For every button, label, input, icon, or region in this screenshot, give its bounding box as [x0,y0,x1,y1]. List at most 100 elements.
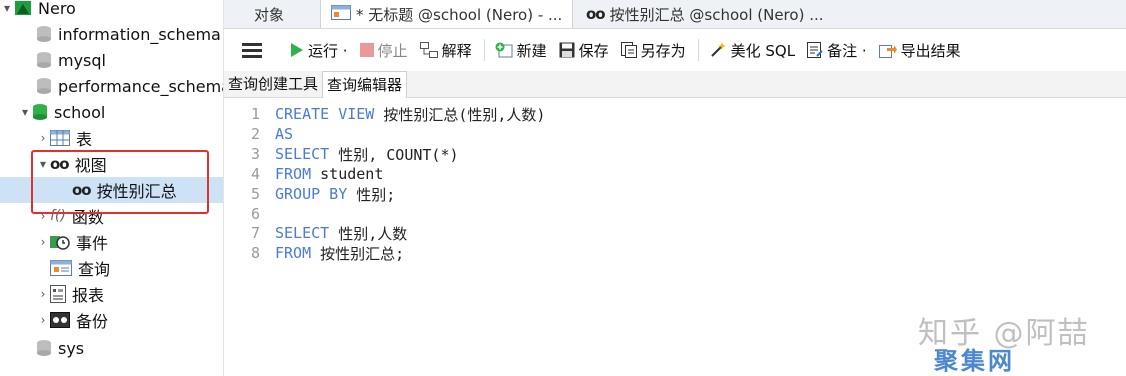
backup-icon [50,312,70,328]
save-icon [559,42,575,58]
db-label: information_schema [58,24,221,44]
export-results-button[interactable]: 导出结果 [878,40,961,61]
chevron-right-icon[interactable]: › [36,235,50,249]
chevron-down-icon[interactable]: ▾ [18,105,32,119]
database-icon [36,77,52,95]
chevron-down-icon[interactable]: ▾ [0,1,14,15]
sql-keyword: AS [275,125,294,143]
tree-reports[interactable]: › 报表 [0,281,223,307]
beautify-label: 美化 SQL [730,41,796,60]
sql-keyword: GROUP BY [275,185,348,203]
code-line: 6 [224,204,275,224]
tab-query-editor[interactable]: 查询编辑器 [322,71,408,98]
tree-db-performance-schema[interactable]: performance_schema [0,73,223,99]
toolbar-divider [697,39,699,61]
save-button[interactable]: 保存 [559,40,609,61]
watermark-logo-text: 聚集网 [934,347,1015,375]
tree-queries[interactable]: 查询 [0,255,223,281]
tree-events[interactable]: › 事件 [0,229,223,255]
note-icon [807,42,823,58]
db-label: school [54,102,106,122]
line-number: 2 [250,125,260,143]
sql-text: 按性别汇总(性别,人数) [374,105,546,124]
tree-label: 表 [76,130,93,149]
sql-keyword: SELECT [275,224,330,242]
sql-keyword: SELECT [275,145,330,163]
sql-keyword: FROM [275,244,312,262]
database-icon [36,339,52,357]
highlight-annotation-box [31,150,209,214]
sql-text: 性别,人数 [329,224,408,243]
tab-query-untitled[interactable]: * 无标题 @school (Nero) - ... [320,0,574,28]
tree-db-school[interactable]: ▾ school [0,99,223,125]
code-line: 3 SELECT 性别, COUNT(*) [224,144,459,164]
toolbar: 运行 · 停止 解释 新建 保存 另存为 美化 SQL 备注 · 导出结果 [224,30,1126,70]
tree-backups[interactable]: › 备份 [0,307,223,333]
run-button[interactable]: 运行 · [290,40,348,61]
sql-text: student [311,165,384,183]
sql-text: 性别; [347,185,396,204]
tree-label: 备份 [76,312,109,331]
tree-db-information-schema[interactable]: information_schema [0,21,223,47]
save-as-label: 另存为 [640,41,686,60]
query-icon [50,260,72,276]
chevron-right-icon[interactable]: › [36,131,50,145]
line-number: 8 [250,244,260,262]
new-label: 新建 [516,41,547,60]
tree-label: 事件 [76,234,109,253]
code-line: 1 CREATE VIEW 按性别汇总(性别,人数) [224,104,546,124]
save-as-button[interactable]: 另存为 [620,40,686,61]
sql-text: 按性别汇总; [311,244,405,263]
tab-view[interactable]: oo 按性别汇总 @school (Nero) ... [586,0,824,28]
sql-keyword: CREATE VIEW [275,105,375,123]
database-icon [36,51,52,69]
query-icon [331,4,351,24]
explain-label: 解释 [441,41,472,60]
line-number: 3 [250,145,260,163]
magic-wand-icon [709,42,727,58]
explain-button[interactable]: 解释 [419,40,472,61]
export-label: 导出结果 [900,41,961,60]
connection-icon [14,0,32,17]
play-icon [290,42,304,58]
chevron-right-icon[interactable]: › [36,287,50,301]
tree-tables[interactable]: › 表 [0,125,223,151]
new-query-icon [495,42,513,58]
tab-bar: 对象 * 无标题 @school (Nero) - ... oo 按性别汇总 @… [224,0,1126,29]
db-label: sys [58,338,85,358]
tab-objects[interactable]: 对象 [254,0,284,28]
code-line: 7 SELECT 性别,人数 [224,223,407,243]
db-label: mysql [58,50,106,70]
code-line: 2 AS [224,124,293,144]
tree-db-mysql[interactable]: mysql [0,47,223,73]
tree-label: 报表 [72,286,105,305]
tree-db-sys[interactable]: sys [0,335,223,361]
tab-query-builder[interactable]: 查询创建工具 [224,71,322,97]
note-button[interactable]: 备注 · [807,40,867,61]
new-button[interactable]: 新建 [495,40,547,61]
event-clock-icon [50,234,70,250]
line-number: 7 [250,224,260,242]
editor-subtabs: 查询创建工具 查询编辑器 [224,71,1126,98]
stop-label: 停止 [377,41,408,60]
toolbar-divider [483,39,485,61]
database-icon [32,103,48,121]
view-glasses-icon: oo [586,5,606,23]
menu-icon[interactable] [242,40,262,61]
tab-label: 对象 [254,5,285,24]
tree-connection-nero[interactable]: ▾ Nero [0,0,223,21]
sql-keyword: FROM [275,165,312,183]
table-icon [50,130,70,146]
tab-label: 按性别汇总 @school (Nero) ... [609,5,824,24]
beautify-sql-button[interactable]: 美化 SQL [709,40,795,61]
tab-label: * 无标题 @school (Nero) - ... [356,5,563,24]
stop-button[interactable]: 停止 [359,40,408,61]
database-icon [36,25,52,43]
note-label: 备注 · [827,41,867,60]
code-line: 5 GROUP BY 性别; [224,184,395,204]
chevron-right-icon[interactable]: › [36,313,50,327]
line-number: 5 [250,185,260,203]
export-icon [878,42,897,58]
navigation-sidebar: ▾ Nero information_schema mysql performa… [0,0,224,376]
line-number: 6 [250,205,260,223]
